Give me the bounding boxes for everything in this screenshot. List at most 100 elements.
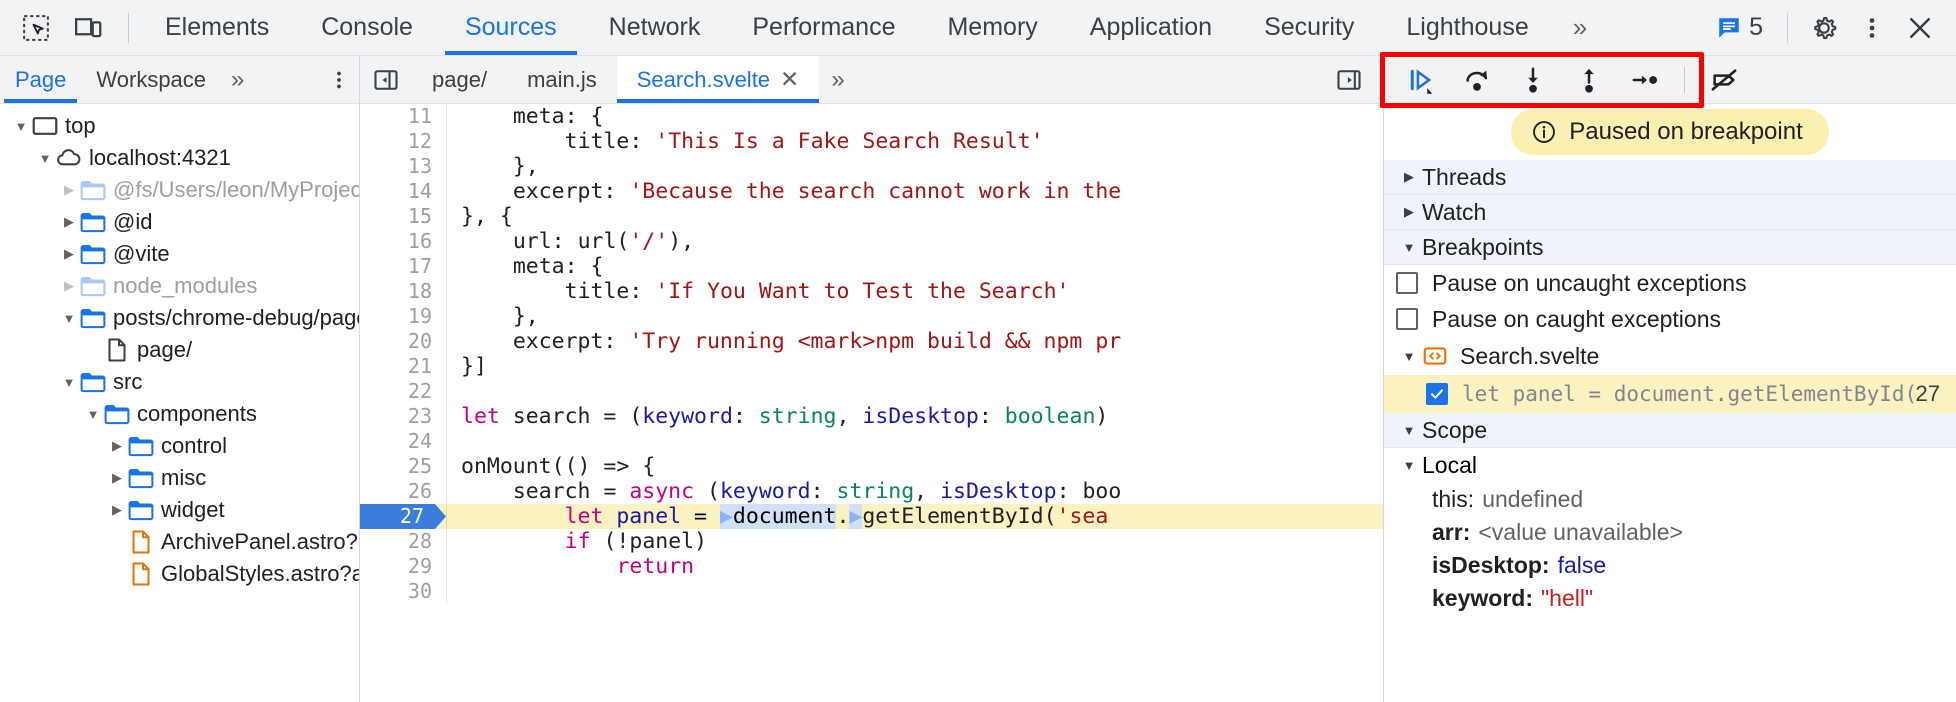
tree-item[interactable]: page/ — [0, 334, 359, 366]
code-line[interactable]: 29 return — [360, 554, 1383, 579]
tree-item[interactable]: ▼ src — [0, 366, 359, 398]
section-watch[interactable]: ▶ Watch — [1384, 195, 1956, 230]
tree-item[interactable]: ▼ top — [0, 110, 359, 142]
line-number[interactable]: 23 — [360, 404, 446, 429]
editor-tab-close-icon[interactable]: ✕ — [780, 68, 799, 91]
code-line[interactable]: 25 onMount(() => { — [360, 454, 1383, 479]
section-scope[interactable]: ▼ Scope — [1384, 413, 1956, 448]
deactivate-breakpoints-button[interactable] — [1697, 60, 1751, 100]
navigator-more-options-icon[interactable] — [319, 56, 359, 103]
line-number[interactable]: 22 — [360, 379, 446, 404]
tree-item[interactable]: ▶ control — [0, 430, 359, 462]
pause-on-caught-exceptions-checkbox[interactable] — [1396, 308, 1418, 330]
tree-item[interactable]: ▼ posts/chrome-debug/page — [0, 302, 359, 334]
scope-local-header[interactable]: ▼ Local — [1384, 448, 1956, 483]
editor-tab-search-svelte[interactable]: Search.svelte ✕ — [616, 56, 820, 103]
show-navigator-icon[interactable] — [360, 56, 412, 103]
code-line[interactable]: 28 if (!panel) — [360, 529, 1383, 554]
tree-item[interactable]: ArchivePanel.astro?astro — [0, 526, 359, 558]
tab-lighthouse[interactable]: Lighthouse — [1380, 0, 1554, 55]
line-number[interactable]: 19 — [360, 304, 446, 329]
line-number[interactable]: 25 — [360, 454, 446, 479]
code-line[interactable]: 17 meta: { — [360, 254, 1383, 279]
tab-security[interactable]: Security — [1238, 0, 1380, 55]
tab-sources[interactable]: Sources — [439, 0, 583, 55]
chevron-down-icon[interactable]: ▼ — [34, 151, 56, 166]
pause-on-uncaught-exceptions-checkbox[interactable] — [1396, 272, 1418, 294]
chevron-down-icon[interactable]: ▼ — [58, 375, 80, 390]
line-number[interactable]: 17 — [360, 254, 446, 279]
editor-tab-main-js[interactable]: main.js — [507, 56, 617, 103]
breakpoint-item-row[interactable]: let panel = document.getElementById('sea… — [1384, 375, 1956, 413]
line-number[interactable]: 16 — [360, 229, 446, 254]
step-button[interactable] — [1618, 60, 1672, 100]
tab-console[interactable]: Console — [295, 0, 439, 55]
device-toolbar-icon[interactable] — [66, 8, 110, 48]
tab-application[interactable]: Application — [1064, 0, 1238, 55]
tab-elements[interactable]: Elements — [139, 0, 295, 55]
close-icon[interactable] — [1898, 8, 1942, 48]
line-number[interactable]: 12 — [360, 129, 446, 154]
line-number[interactable]: 26 — [360, 479, 446, 504]
chevron-right-icon[interactable]: ▶ — [106, 502, 128, 518]
tree-item[interactable]: ▶ @vite — [0, 238, 359, 270]
three-dot-menu-icon[interactable] — [1850, 8, 1894, 48]
tree-item[interactable]: ▼ localhost:4321 — [0, 142, 359, 174]
scope-variable-row[interactable]: arr: <value unavailable> — [1384, 516, 1956, 549]
editor-tab-page[interactable]: page/ — [412, 56, 507, 103]
code-line[interactable]: 11 meta: { — [360, 104, 1383, 129]
line-number[interactable]: 14 — [360, 179, 446, 204]
code-line[interactable]: 14 excerpt: 'Because the search cannot w… — [360, 179, 1383, 204]
tree-item[interactable]: ▶ @fs/Users/leon/MyProject/bl — [0, 174, 359, 206]
tree-item[interactable]: ▶ node_modules — [0, 270, 359, 302]
line-number[interactable]: 18 — [360, 279, 446, 304]
show-debugger-sidebar-icon[interactable] — [1323, 66, 1375, 94]
line-number[interactable]: 24 — [360, 429, 446, 454]
pause-on-uncaught-exceptions-row[interactable]: Pause on uncaught exceptions — [1384, 265, 1956, 301]
line-number[interactable]: 29 — [360, 554, 446, 579]
code-line[interactable]: 30 — [360, 579, 1383, 604]
tree-item[interactable]: ▶ misc — [0, 462, 359, 494]
code-line[interactable]: 24 — [360, 429, 1383, 454]
step-into-button[interactable] — [1506, 60, 1560, 100]
tree-item[interactable]: ▶ @id — [0, 206, 359, 238]
code-line-breakpoint[interactable]: 27 let panel = ▶document.▶getElementById… — [360, 504, 1383, 529]
line-number[interactable]: 15 — [360, 204, 446, 229]
scope-variable-row[interactable]: isDesktop: false — [1384, 549, 1956, 582]
line-number[interactable]: 30 — [360, 579, 446, 604]
breakpoint-marker[interactable]: 27 — [360, 504, 446, 529]
code-line[interactable]: 26 search = async (keyword: string, isDe… — [360, 479, 1383, 504]
code-line[interactable]: 22 — [360, 379, 1383, 404]
code-line[interactable]: 16 url: url('/'), — [360, 229, 1383, 254]
resume-script-execution-button[interactable] — [1394, 60, 1448, 100]
code-line[interactable]: 23 let search = (keyword: string, isDeskt… — [360, 404, 1383, 429]
tab-performance[interactable]: Performance — [726, 0, 921, 55]
section-breakpoints[interactable]: ▼ Breakpoints — [1384, 230, 1956, 265]
tree-item[interactable]: ▶ widget — [0, 494, 359, 526]
section-threads[interactable]: ▶ Threads — [1384, 160, 1956, 195]
chevron-right-icon[interactable]: ▶ — [58, 278, 80, 294]
line-number[interactable]: 28 — [360, 529, 446, 554]
nav-tab-page[interactable]: Page — [0, 56, 81, 103]
editor-more-tabs-chevron-icon[interactable]: » — [819, 56, 854, 103]
code-line[interactable]: 18 title: 'If You Want to Test the Searc… — [360, 279, 1383, 304]
breakpoint-enabled-checkbox[interactable] — [1426, 383, 1448, 405]
tab-network[interactable]: Network — [583, 0, 727, 55]
code-line[interactable]: 20 excerpt: 'Try running <mark>npm build… — [360, 329, 1383, 354]
code-line[interactable]: 12 title: 'This Is a Fake Search Result' — [360, 129, 1383, 154]
code-line[interactable]: 21}] — [360, 354, 1383, 379]
scope-variable-row[interactable]: keyword: "hell" — [1384, 582, 1956, 615]
gear-icon[interactable] — [1802, 8, 1846, 48]
scope-variable-row[interactable]: this: undefined — [1384, 483, 1956, 516]
step-over-button[interactable] — [1450, 60, 1504, 100]
line-number[interactable]: 21 — [360, 354, 446, 379]
nav-tab-workspace[interactable]: Workspace — [81, 56, 221, 103]
more-tabs-chevron-icon[interactable]: » — [1555, 0, 1603, 55]
pause-on-caught-exceptions-row[interactable]: Pause on caught exceptions — [1384, 301, 1956, 337]
chevron-right-icon[interactable]: ▶ — [58, 214, 80, 230]
tab-memory[interactable]: Memory — [921, 0, 1063, 55]
chevron-right-icon[interactable]: ▶ — [58, 182, 80, 198]
code-line[interactable]: 13 }, — [360, 154, 1383, 179]
chevron-down-icon[interactable]: ▼ — [10, 119, 32, 134]
line-number[interactable]: 13 — [360, 154, 446, 179]
